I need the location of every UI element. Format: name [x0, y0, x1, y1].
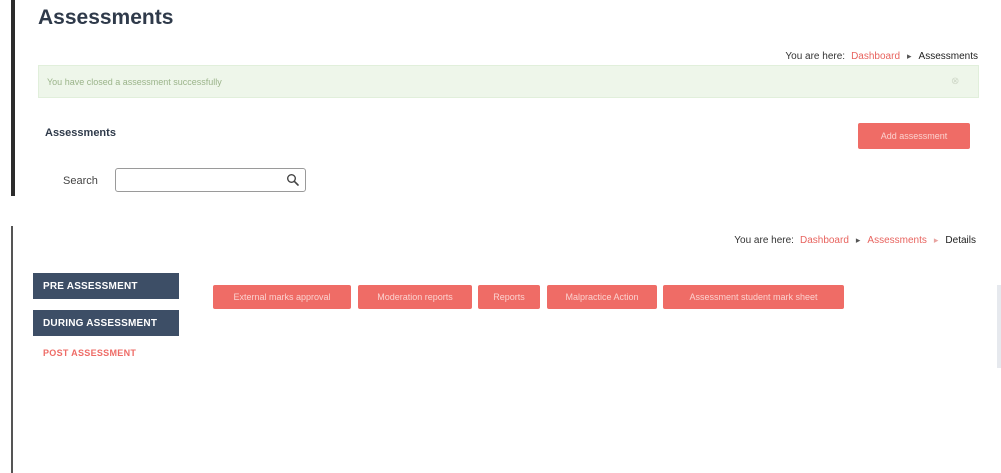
search-input[interactable]: [120, 172, 280, 188]
breadcrumb-label: You are here:: [785, 51, 846, 62]
search-icon[interactable]: [286, 173, 300, 187]
breadcrumb-dashboard-link[interactable]: Dashboard: [851, 51, 900, 62]
search-label: Search: [63, 175, 98, 187]
breadcrumb-separator-icon: ▸: [855, 235, 861, 245]
breadcrumb-label: You are here:: [734, 235, 794, 246]
page-title: Assessments: [38, 6, 174, 29]
page: Assessments You are here: Dashboard ▸ As…: [0, 0, 1001, 473]
breadcrumb-current: Assessments: [918, 51, 978, 62]
breadcrumb-details: You are here: Dashboard ▸ Assessments ▸ …: [734, 235, 976, 246]
close-icon[interactable]: ⊗: [951, 77, 964, 87]
tab-post-assessment[interactable]: POST ASSESSMENT: [43, 348, 136, 358]
section-title: Assessments: [45, 127, 116, 139]
breadcrumb-separator-icon: ▸: [907, 51, 912, 61]
tab-during-assessment[interactable]: DURING ASSESSMENT: [33, 310, 179, 336]
breadcrumb: You are here: Dashboard ▸ Assessments: [785, 51, 978, 62]
moderation-reports-button[interactable]: Moderation reports: [358, 285, 472, 309]
search-field: [115, 168, 306, 192]
add-assessment-button[interactable]: Add assessment: [858, 123, 970, 149]
breadcrumb-dashboard-link[interactable]: Dashboard: [800, 235, 849, 246]
breadcrumb-separator-icon: ▸: [933, 235, 939, 245]
student-mark-sheet-button[interactable]: Assessment student mark sheet: [663, 285, 844, 309]
reports-button[interactable]: Reports: [478, 285, 540, 309]
breadcrumb-assessments-link[interactable]: Assessments: [867, 235, 926, 246]
success-alert: You have closed a assessment successfull…: [38, 65, 979, 98]
tab-pre-assessment[interactable]: PRE ASSESSMENT: [33, 273, 179, 299]
malpractice-action-button[interactable]: Malpractice Action: [547, 285, 657, 309]
breadcrumb-current: Details: [945, 235, 976, 246]
external-marks-approval-button[interactable]: External marks approval: [213, 285, 351, 309]
left-rail-lower: [11, 226, 13, 473]
alert-message: You have closed a assessment successfull…: [47, 76, 222, 87]
left-rail: [11, 0, 15, 196]
scrollbar[interactable]: [997, 285, 1001, 368]
